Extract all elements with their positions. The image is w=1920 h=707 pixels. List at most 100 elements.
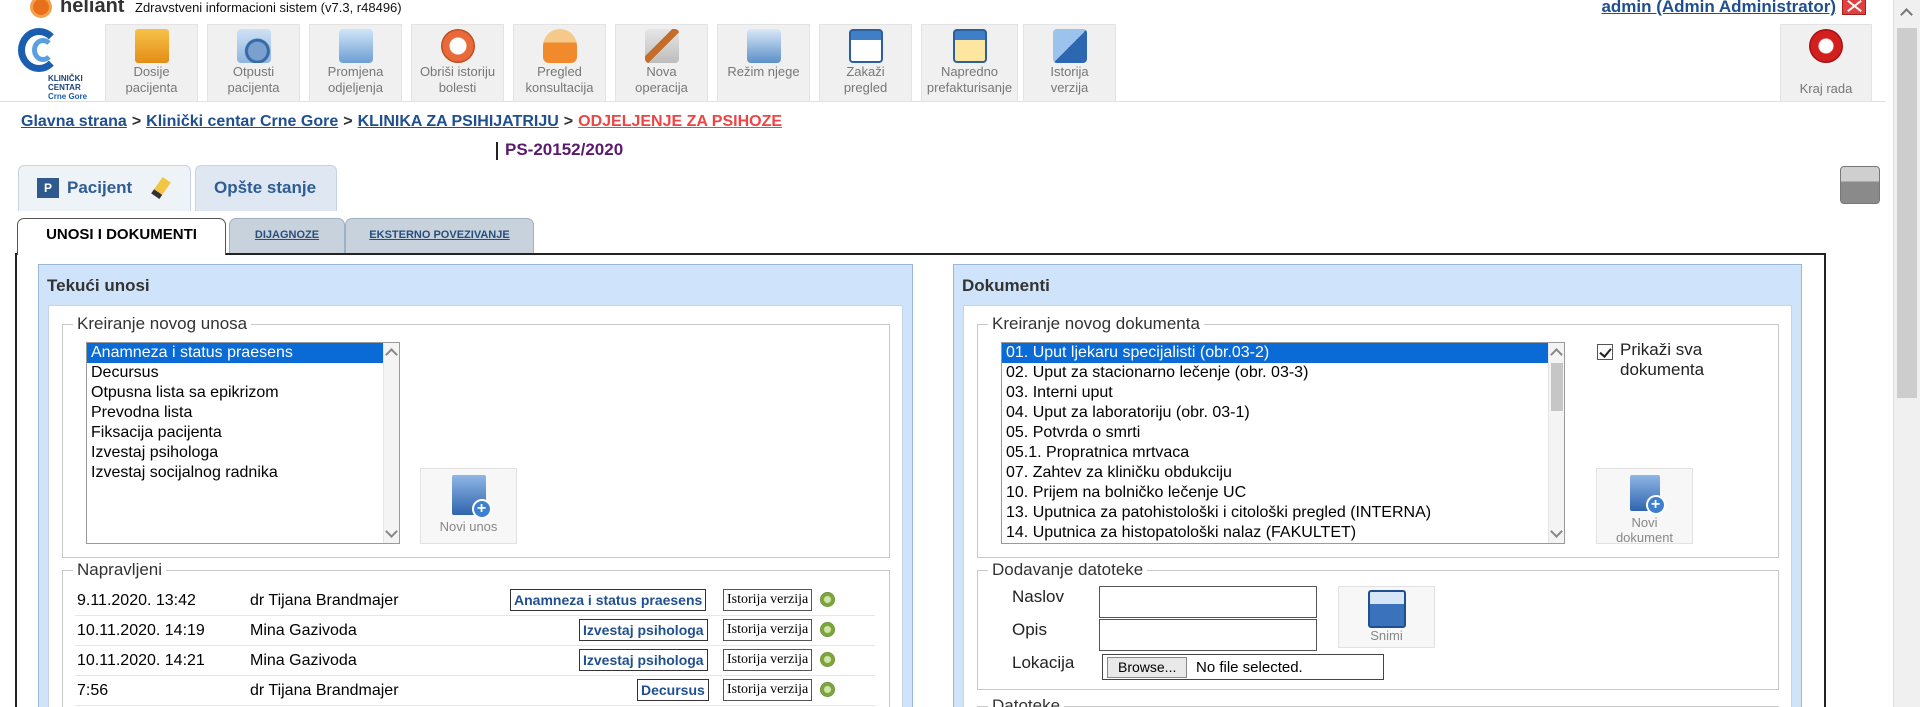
page-scrollbar[interactable] (1893, 0, 1920, 707)
zakazi-pregled-button[interactable]: Zakaži pregled (819, 24, 912, 102)
breadcrumb-glavna-strana[interactable]: Glavna strana (21, 113, 127, 130)
kc-logo-line3: Crne Gore (48, 92, 88, 101)
list-item[interactable]: Izvestaj socijalnog radnika (87, 463, 399, 483)
listbox-scrollbar[interactable] (1548, 343, 1564, 543)
entry-type-button[interactable]: Izvestaj psihologa (579, 619, 708, 641)
promjena-odjeljenja-button[interactable]: Promjena odjeljenja (309, 24, 402, 102)
info-icon[interactable] (820, 652, 835, 667)
tab-eksterno-povezivanje[interactable]: EKSTERNO POVEZIVANJE (345, 218, 534, 254)
document-type-listbox[interactable]: 01. Uput ljekaru specijalisti (obr.03-2)… (1001, 342, 1565, 544)
list-item[interactable]: Otpusna lista sa epikrizom (87, 383, 399, 403)
browse-button[interactable]: Browse... (1107, 657, 1188, 678)
list-item[interactable]: 05.1. Propratnica mrtvaca (1002, 443, 1564, 463)
table-row: 7:56 dr Tijana Brandmajer Decursus Istor… (75, 676, 875, 706)
breadcrumb-separator: > (131, 113, 142, 130)
file-input[interactable]: Browse... No file selected. (1102, 654, 1384, 680)
novi-dokument-button[interactable]: + Novi dokument (1596, 468, 1693, 545)
obrisi-istoriju-button[interactable]: Obriši istoriju bolesti (411, 24, 504, 102)
entry-type-button[interactable]: Anamneza i status praesens (510, 589, 707, 611)
chevron-up-icon[interactable] (385, 348, 398, 361)
entry-type-button[interactable]: Izvestaj psihologa (579, 649, 708, 671)
listbox-scrollbar[interactable] (383, 343, 399, 543)
list-item[interactable]: 07. Zahtev za kliničku obdukciju (1002, 463, 1564, 483)
user-link[interactable]: admin (Admin Administrator) (1601, 0, 1836, 17)
opis-input[interactable] (1099, 619, 1317, 651)
istorija-verzija-button[interactable]: Istorija verzija (723, 589, 813, 611)
button-label: Pregled konsultacija (525, 64, 594, 95)
entry-type-button[interactable]: Decursus (637, 679, 709, 701)
rezim-njege-button[interactable]: Režim njege (717, 24, 810, 102)
list-item[interactable]: 03. Interni uput (1002, 383, 1564, 403)
entry-doctor: Mina Gazivoda (250, 622, 357, 639)
chevron-down-icon[interactable] (1550, 525, 1563, 538)
doctor-icon (542, 29, 577, 63)
list-item[interactable]: 13. Uputnica za patohistološki i citološ… (1002, 503, 1564, 523)
entry-type-listbox[interactable]: Anamneza i status praesens Decursus Otpu… (86, 342, 400, 544)
group-legend: Kreiranje novog dokumenta (992, 314, 1200, 333)
list-item[interactable]: 14. Uputnica za histopatološki nalaz (FA… (1002, 523, 1564, 543)
breadcrumb-klinika[interactable]: KLINIKA ZA PSIHIJATRIJU (358, 113, 559, 130)
naslov-input[interactable] (1099, 586, 1317, 618)
istorija-verzija-button[interactable]: Istorija verzija (723, 649, 813, 671)
billing-calendar-icon (952, 29, 987, 63)
novi-unos-button[interactable]: + Novi unos (420, 468, 517, 544)
table-row: 10.11.2020. 14:21 Mina Gazivoda Izvestaj… (75, 646, 875, 676)
list-item[interactable]: 02. Uput za stacionarno lečenje (obr. 03… (1002, 363, 1564, 383)
breadcrumb-odjeljenje[interactable]: ODJELJENJE ZA PSIHOZE (578, 113, 782, 130)
info-icon[interactable] (820, 682, 835, 697)
otpusti-pacijenta-button[interactable]: Otpusti pacijenta (207, 24, 300, 102)
istorija-verzija-button[interactable]: Istorija verzija (723, 619, 813, 641)
kc-logo[interactable]: KLINIČKI CENTAR Crne Gore (14, 26, 90, 102)
prikazi-sva-dokumenta-checkbox[interactable] (1597, 344, 1613, 360)
no-file-label: No file selected. (1196, 659, 1303, 676)
nova-operacija-button[interactable]: Nova operacija (615, 24, 708, 102)
scalpel-icon (644, 29, 679, 63)
discharge-icon (236, 29, 271, 63)
list-item[interactable]: Fiksacija pacijenta (87, 423, 399, 443)
close-icon[interactable] (1842, 0, 1866, 15)
pregled-konsultacija-button[interactable]: Pregled konsultacija (513, 24, 606, 102)
info-icon[interactable] (820, 622, 835, 637)
tab-pacijent[interactable]: P Pacijent (18, 165, 191, 211)
snimi-button[interactable]: Snimi (1338, 586, 1435, 648)
chevron-down-icon[interactable] (385, 525, 398, 538)
button-label: Novi dokument (1615, 515, 1674, 545)
kc-logo-text: KLINIČKI CENTAR Crne Gore (48, 74, 87, 101)
list-item[interactable]: 01. Uput ljekaru specijalisti (obr.03-2) (1002, 343, 1548, 363)
list-item[interactable]: 10. Prijem na bolničko lečenje UC (1002, 483, 1564, 503)
dosije-pacijenta-button[interactable]: Dosije pacijenta (105, 24, 198, 102)
system-title: Zdravstveni informacioni sistem (v7.3, r… (135, 0, 402, 15)
heliant-logo-icon (30, 0, 52, 18)
tab-opste-stanje[interactable]: Opšte stanje (195, 165, 337, 211)
edit-pencil-icon[interactable] (151, 176, 171, 200)
button-label: Novi unos (439, 519, 498, 534)
istorija-verzija-button[interactable]: Istorija verzija (723, 679, 813, 701)
entry-time: 9.11.2020. 13:42 (77, 592, 196, 609)
case-divider (496, 142, 498, 160)
kc-logo-line1: KLINIČKI (48, 74, 83, 83)
patient-badge: P (37, 178, 59, 198)
scrollbar-thumb[interactable] (1897, 28, 1917, 398)
scrollbar-thumb[interactable] (1551, 363, 1563, 411)
breadcrumb-klinicki-centar[interactable]: Klinički centar Crne Gore (146, 113, 338, 130)
button-label: Otpusti pacijenta (227, 64, 280, 95)
entry-time: 7:56 (77, 682, 109, 699)
info-icon[interactable] (820, 592, 835, 607)
chevron-up-icon[interactable] (1900, 8, 1913, 21)
list-item[interactable]: Decursus (87, 363, 399, 383)
list-item[interactable]: 05. Potvrda o smrti (1002, 423, 1564, 443)
chevron-up-icon[interactable] (1550, 348, 1563, 361)
print-icon[interactable] (1840, 166, 1880, 204)
tab-unosi-i-dokumenti[interactable]: UNOSI I DOKUMENTI (17, 218, 226, 255)
kraj-rada-button[interactable]: Kraj rada (1780, 24, 1872, 102)
list-item[interactable]: Prevodna lista (87, 403, 399, 423)
list-item[interactable]: Anamneza i status praesens (87, 343, 383, 363)
list-item[interactable]: Izvestaj psihologa (87, 443, 399, 463)
group-legend: Napravljeni (77, 560, 163, 579)
kc-logo-inner-icon (32, 38, 54, 62)
main-toolbar: KLINIČKI CENTAR Crne Gore Dosije pacijent… (0, 18, 1886, 102)
istorija-verzija-button[interactable]: Istorija verzija (1023, 24, 1116, 102)
list-item[interactable]: 04. Uput za laboratoriju (obr. 03-1) (1002, 403, 1564, 423)
tab-dijagnoze[interactable]: DIJAGNOZE (229, 218, 345, 254)
napredno-prefakturisanje-button[interactable]: Napredno prefakturisanje (921, 24, 1018, 102)
